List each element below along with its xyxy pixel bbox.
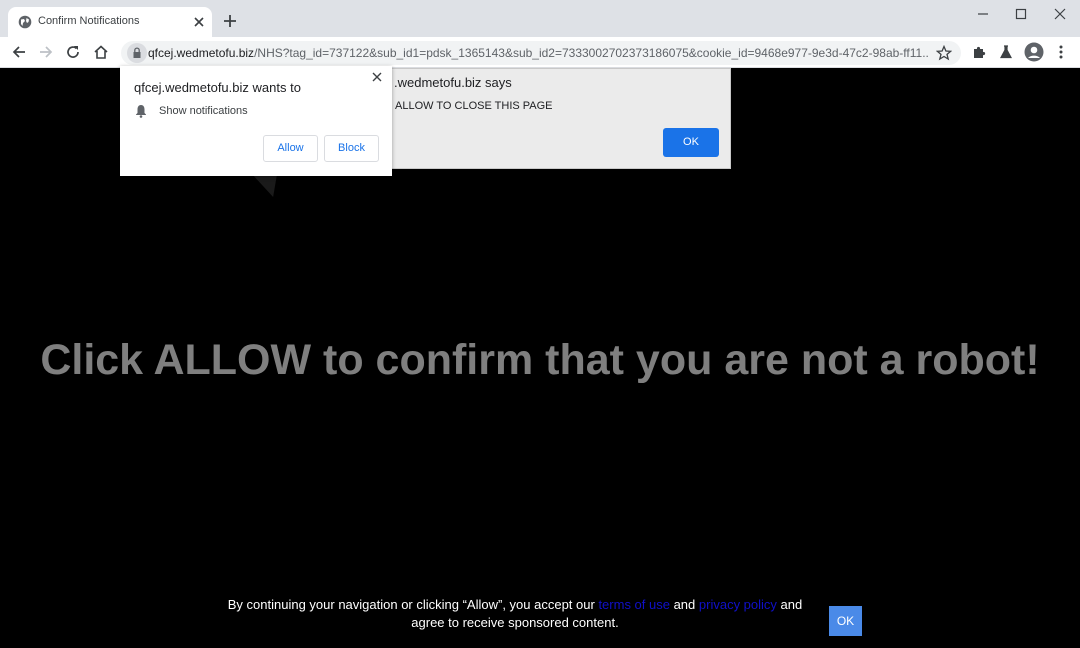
alert-ok-button[interactable]: OK bbox=[663, 128, 719, 157]
arrow-right-icon[interactable] bbox=[38, 44, 54, 60]
plus-icon[interactable] bbox=[222, 13, 238, 29]
avatar-icon[interactable] bbox=[1024, 42, 1044, 62]
consent-text-start: By continuing your navigation or clickin… bbox=[227, 597, 599, 612]
close-icon[interactable] bbox=[191, 14, 207, 30]
browser-tab[interactable]: Confirm Notifications bbox=[8, 7, 212, 37]
tab-title: Confirm Notifications bbox=[38, 15, 140, 27]
close-icon[interactable] bbox=[371, 71, 383, 83]
alert-dialog: .wedmetofu.biz says ALLOW TO CLOSE THIS … bbox=[350, 68, 731, 169]
maximize-icon[interactable] bbox=[1013, 6, 1029, 22]
bell-icon bbox=[136, 105, 146, 118]
block-button[interactable]: Block bbox=[324, 135, 379, 162]
consent-ok-button[interactable]: OK bbox=[829, 606, 862, 636]
consent-text: By continuing your navigation or clickin… bbox=[220, 596, 810, 632]
star-icon[interactable] bbox=[936, 45, 952, 61]
kebab-menu-icon[interactable] bbox=[1053, 44, 1069, 60]
puzzle-icon[interactable] bbox=[971, 44, 987, 60]
lock-icon[interactable] bbox=[127, 43, 147, 63]
consent-text-and: and bbox=[669, 597, 699, 612]
minimize-icon[interactable] bbox=[975, 6, 991, 22]
url-path: /NHS?tag_id=737122&sub_id1=pdsk_1365143&… bbox=[254, 46, 928, 60]
page-headline: Click ALLOW to confirm that you are not … bbox=[40, 336, 1040, 384]
address-bar[interactable]: qfcej.wedmetofu.biz/NHS?tag_id=737122&su… bbox=[121, 41, 961, 65]
url-host: qfcej.wedmetofu.biz bbox=[148, 46, 255, 60]
arrow-left-icon[interactable] bbox=[11, 44, 27, 60]
tab-strip: Confirm Notifications bbox=[0, 0, 1080, 37]
globe-icon bbox=[18, 15, 32, 29]
reload-icon[interactable] bbox=[65, 44, 81, 60]
prompt-description: Show notifications bbox=[159, 105, 248, 117]
browser-toolbar: qfcej.wedmetofu.biz/NHS?tag_id=737122&su… bbox=[0, 37, 1080, 68]
allow-button[interactable]: Allow bbox=[263, 135, 318, 162]
flask-icon[interactable] bbox=[998, 44, 1014, 60]
terms-of-use-link[interactable]: terms of use bbox=[598, 597, 670, 612]
privacy-policy-link[interactable]: privacy policy bbox=[699, 597, 777, 612]
window-close-icon[interactable] bbox=[1052, 6, 1068, 22]
prompt-title: qfcej.wedmetofu.biz wants to bbox=[134, 80, 301, 95]
alert-message: ALLOW TO CLOSE THIS PAGE bbox=[395, 100, 553, 112]
url-text[interactable]: qfcej.wedmetofu.biz/NHS?tag_id=737122&su… bbox=[148, 46, 928, 60]
home-icon[interactable] bbox=[93, 44, 109, 60]
notification-permission-prompt: qfcej.wedmetofu.biz wants to Show notifi… bbox=[120, 66, 392, 176]
alert-title: .wedmetofu.biz says bbox=[394, 75, 512, 90]
